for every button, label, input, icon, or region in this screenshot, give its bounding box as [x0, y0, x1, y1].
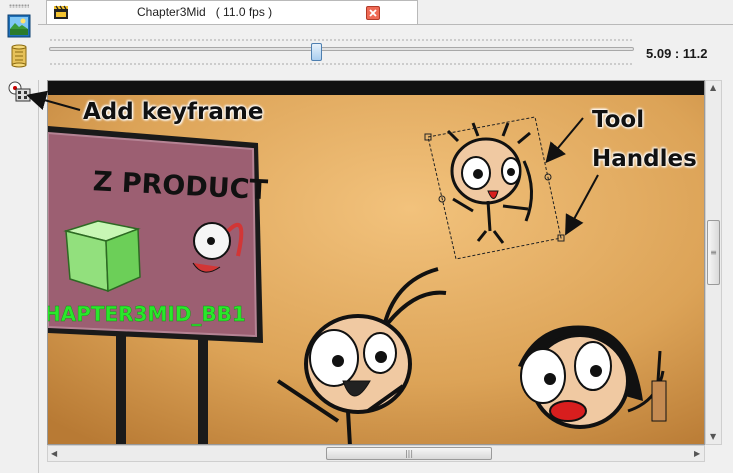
annotation-add-keyframe: Add keyframe — [83, 99, 264, 125]
annotation-arrows — [26, 90, 599, 236]
annotation-tool: Tool — [592, 107, 645, 133]
annotation-handles: Handles — [592, 146, 697, 172]
